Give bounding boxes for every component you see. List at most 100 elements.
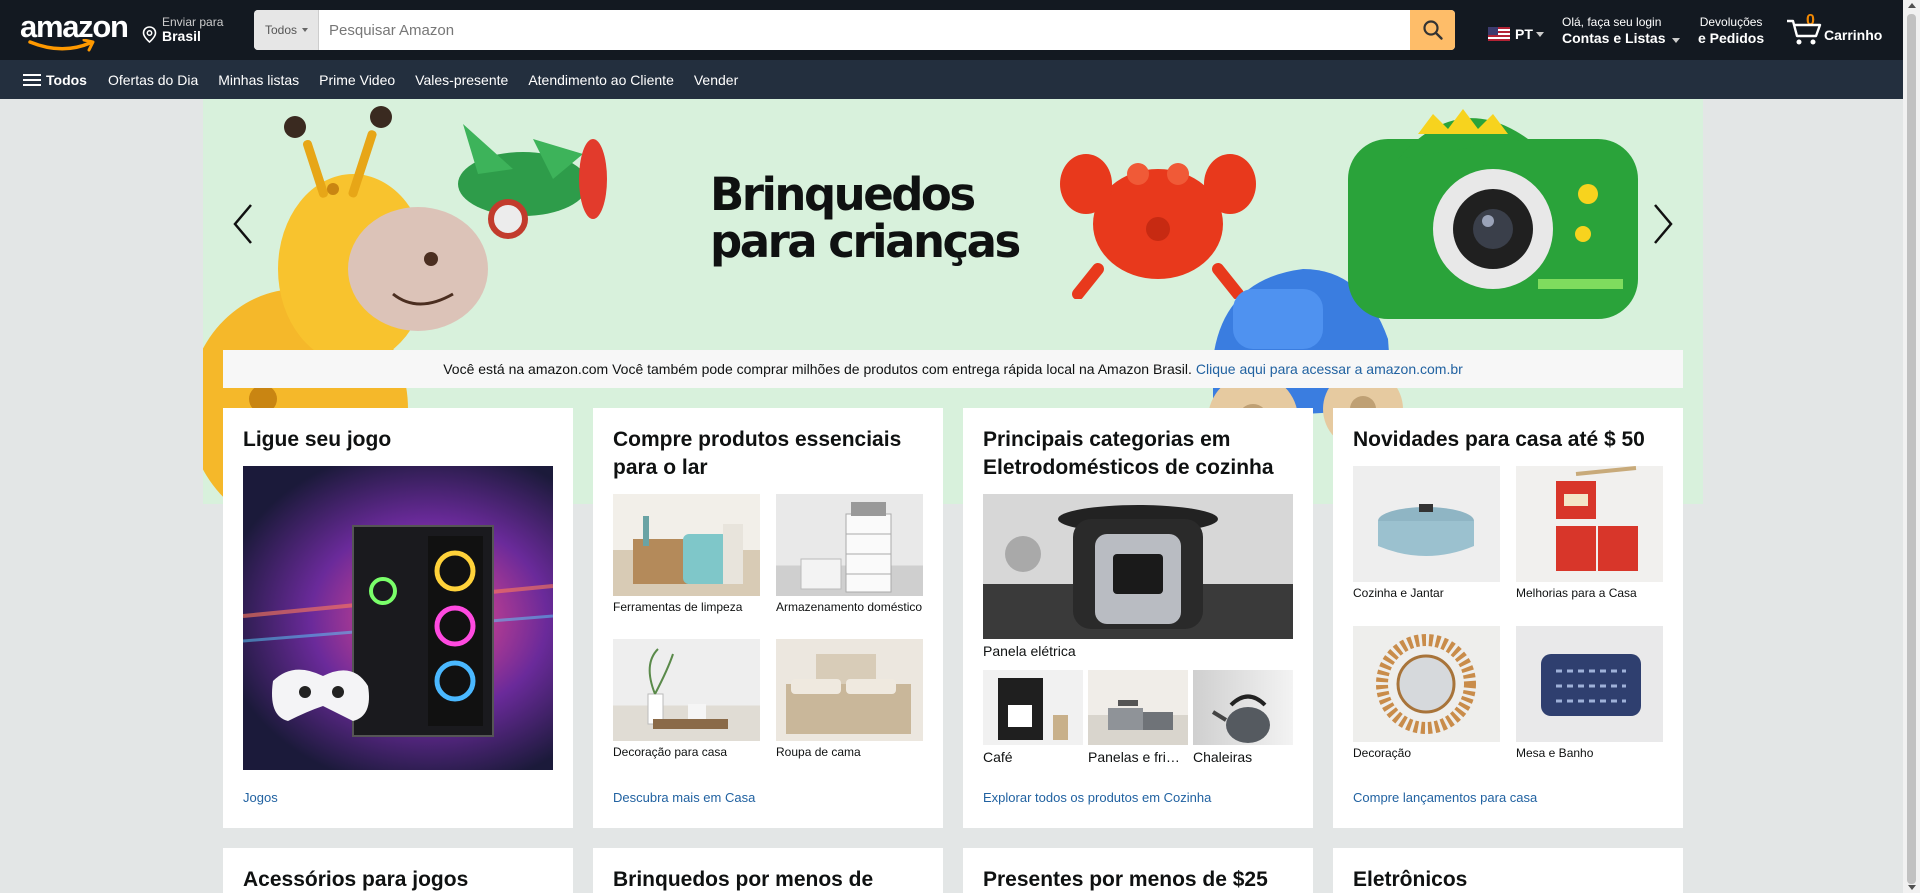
grid-item-decoration[interactable]: Decoração xyxy=(1353,626,1500,762)
region-notice-banner: Você está na amazon.com Você também pode… xyxy=(223,350,1683,388)
search-button[interactable] xyxy=(1410,10,1455,50)
grid-item-caption: Melhorias para a Casa xyxy=(1516,586,1637,600)
search-bar: Todos xyxy=(254,10,1455,50)
caret-down-icon xyxy=(1535,31,1544,37)
coffee-maker-image xyxy=(983,670,1083,745)
top-navigation-bar: amazon Enviar para Brasil Todos PT xyxy=(0,0,1903,60)
card-title: Acessórios para jogos xyxy=(243,868,469,891)
returns-label: Devoluções xyxy=(1699,15,1763,29)
returns-and-orders[interactable]: Devoluções e Pedidos xyxy=(1698,15,1764,46)
card-title: Brinquedos por menos de USD xyxy=(613,868,874,891)
carousel-prev-arrow-icon[interactable] xyxy=(223,199,263,249)
search-category-dropdown[interactable]: Todos xyxy=(254,10,319,50)
grid-item-caption: Cozinha e Jantar xyxy=(1353,586,1444,600)
search-input[interactable] xyxy=(320,10,1410,50)
nav-link-gift-cards[interactable]: Vales-presente xyxy=(405,72,518,88)
nav-link-sell[interactable]: Vender xyxy=(684,72,748,88)
hamburger-menu-icon xyxy=(23,73,41,87)
gaming-pc-image[interactable] xyxy=(243,466,553,770)
grid-item-decor[interactable]: Decoração para casa xyxy=(613,639,760,761)
amazon-logo[interactable]: amazon xyxy=(20,9,129,52)
nav-link-my-lists[interactable]: Minhas listas xyxy=(208,72,309,88)
region-notice-link[interactable]: Clique aqui para acessar a amazon.com.br xyxy=(1196,361,1463,377)
grid-item-kitchen-dining[interactable]: Cozinha e Jantar xyxy=(1353,466,1500,602)
deliver-label: Enviar para xyxy=(162,15,224,29)
grid-item-home-improvement[interactable]: Melhorias para a Casa xyxy=(1516,466,1663,602)
card-title: Ligue seu jogo xyxy=(243,428,392,451)
card-electronics: Eletrônicos xyxy=(1333,848,1683,893)
bedding-image xyxy=(776,639,923,741)
logo-text: amazon xyxy=(20,9,129,44)
home-decor-image xyxy=(613,639,760,741)
card-link-kitchen[interactable]: Explorar todos os produtos em Cozinha xyxy=(983,790,1211,805)
pillow-image xyxy=(1516,626,1663,742)
card-link-new-home[interactable]: Compre lançamentos para casa xyxy=(1353,790,1537,805)
scroll-up-arrow-icon[interactable] xyxy=(1908,3,1916,8)
language-code: PT xyxy=(1515,26,1533,42)
nav-link-prime-video[interactable]: Prime Video xyxy=(309,72,405,88)
grid-item-bedding[interactable]: Roupa de cama xyxy=(776,639,923,761)
grid-item-caption: Decoração xyxy=(1353,746,1412,760)
card-title: Novidades para casa até $ 50 xyxy=(1353,428,1645,451)
cart-button[interactable]: 0 Carrinho xyxy=(1786,12,1886,48)
card-link-gaming[interactable]: Jogos xyxy=(243,790,278,805)
all-menu-label: Todos xyxy=(46,71,87,88)
caret-down-icon xyxy=(302,28,309,32)
dutch-oven-image xyxy=(1353,466,1500,582)
nav-link-daily-deals[interactable]: Ofertas do Dia xyxy=(98,72,208,88)
card-toys-under: Brinquedos por menos de USD xyxy=(593,848,943,893)
grid-item-cookware[interactable]: Panelas e fri… xyxy=(1088,670,1188,766)
scroll-down-arrow-icon[interactable] xyxy=(1908,885,1916,890)
grid-item-coffee[interactable]: Café xyxy=(983,670,1083,766)
carousel-next-arrow-icon[interactable] xyxy=(1643,199,1683,249)
grid-item-bed-bath[interactable]: Mesa e Banho xyxy=(1516,626,1663,762)
language-selector[interactable]: PT xyxy=(1488,26,1544,42)
grid-item-caption: Decoração para casa xyxy=(613,745,728,759)
page-scrollbar[interactable] xyxy=(1903,0,1920,893)
kettle-image xyxy=(1193,670,1293,745)
grid-item-caption: Mesa e Banho xyxy=(1516,746,1594,760)
deliver-country: Brasil xyxy=(162,28,201,44)
cart-icon xyxy=(1787,19,1822,45)
account-greeting: Olá, faça seu login xyxy=(1562,15,1662,29)
grid-item-cleaning[interactable]: Ferramentas de limpeza xyxy=(613,494,760,616)
search-category-label: Todos xyxy=(265,23,298,37)
dinosaur-camera-toy-illustration xyxy=(1348,109,1638,319)
electric-pressure-cooker-image[interactable] xyxy=(983,494,1293,639)
secondary-navigation-bar: Todos Ofertas do Dia Minhas listas Prime… xyxy=(0,60,1903,99)
us-flag-icon xyxy=(1488,27,1510,41)
card-gaming-accessories: Acessórios para jogos xyxy=(223,848,573,893)
orders-label: e Pedidos xyxy=(1698,30,1765,46)
card-title: Compre produtos essenciais para o lar xyxy=(613,428,902,479)
card-home-essentials: Compre produtos essenciais para o lar Fe… xyxy=(593,408,943,828)
cookware-image xyxy=(1088,670,1188,745)
card-kitchen-appliances: Principais categorias em Eletrodoméstico… xyxy=(963,408,1313,828)
search-icon xyxy=(1422,20,1443,40)
home-storage-image xyxy=(776,494,923,596)
grid-item-caption: Chaleiras xyxy=(1193,749,1253,765)
airplane-toy-illustration xyxy=(458,124,607,239)
card-title: Presentes por menos de $25 xyxy=(983,868,1268,891)
main-caption: Panela elétrica xyxy=(983,643,1076,659)
scrollbar-thumb[interactable] xyxy=(1907,14,1916,884)
grid-item-storage[interactable]: Armazenamento doméstico xyxy=(776,494,923,616)
paint-cans-image xyxy=(1516,466,1663,582)
account-and-lists[interactable]: Olá, faça seu login Contas e Listas xyxy=(1562,15,1681,46)
caret-down-icon xyxy=(1672,38,1681,43)
grid-item-kettles[interactable]: Chaleiras xyxy=(1193,670,1293,766)
cleaning-tools-image xyxy=(613,494,760,596)
location-pin-icon xyxy=(142,26,157,43)
grid-item-caption: Ferramentas de limpeza xyxy=(613,600,743,614)
card-home-new-arrivals: Novidades para casa até $ 50 Cozinha e J… xyxy=(1333,408,1683,828)
region-notice-text: Você está na amazon.com Você também pode… xyxy=(443,361,1192,377)
smile-arrow-icon xyxy=(28,39,95,52)
card-gifts-under: Presentes por menos de $25 xyxy=(963,848,1313,893)
account-lists-label: Contas e Listas xyxy=(1562,30,1681,46)
all-menu-button[interactable]: Todos xyxy=(0,72,98,88)
grid-item-caption: Panelas e fri… xyxy=(1088,749,1180,765)
grid-item-caption: Café xyxy=(983,749,1013,765)
card-link-home[interactable]: Descubra mais em Casa xyxy=(613,790,755,805)
cart-label: Carrinho xyxy=(1824,27,1883,43)
nav-link-customer-service[interactable]: Atendimento ao Cliente xyxy=(518,72,684,88)
rattan-mirror-image xyxy=(1353,626,1500,742)
